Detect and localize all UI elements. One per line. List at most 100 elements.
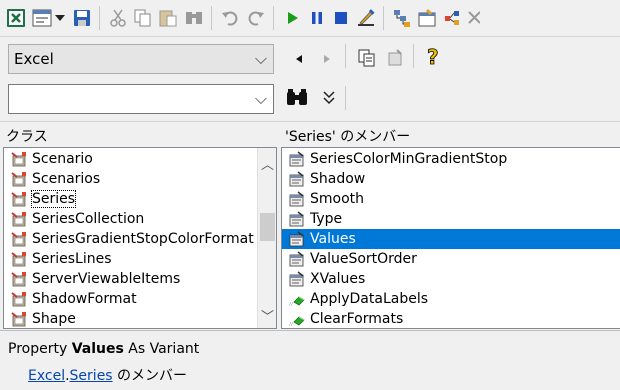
class-list-item[interactable]: Shape [4, 309, 256, 328]
class-icon [10, 311, 28, 327]
property-icon [288, 171, 306, 187]
chevron-down-icon: ⌵ [254, 89, 267, 108]
member-list-item[interactable]: ApplyDataLabels [282, 289, 620, 309]
member-of-line: Excel.Series のメンバー [28, 365, 187, 385]
class-list-item[interactable]: ServerViewableItems [4, 269, 256, 289]
member-label: Values [310, 231, 356, 247]
svg-text:?: ? [427, 46, 439, 68]
member-label: SeriesColorMinGradientStop [310, 151, 508, 167]
property-icon [288, 251, 306, 267]
method-icon [288, 311, 306, 327]
class-icon [10, 231, 28, 247]
class-icon [10, 171, 28, 187]
member-label: XValues [310, 271, 366, 287]
member-label: Type [310, 211, 343, 227]
member-list-item[interactable]: Values [282, 229, 620, 249]
back-icon[interactable] [288, 48, 310, 70]
scroll-up-icon[interactable]: ︿ [261, 154, 274, 173]
class-label: Series [30, 190, 77, 208]
detail-pane: Property Values As Variant Excel.Series … [0, 330, 620, 390]
member-list-item[interactable]: SeriesColorMinGradientStop [282, 149, 620, 169]
view-definition-icon[interactable] [384, 47, 406, 69]
member-list-item[interactable]: ValueSortOrder [282, 249, 620, 269]
dropdown-arrow-icon[interactable] [53, 7, 67, 29]
class-label: ShadowFormat [32, 291, 137, 307]
class-icon [10, 191, 28, 207]
member-label: Shadow [310, 171, 366, 187]
class-icon [10, 251, 28, 267]
signature-suffix: As Variant [123, 341, 200, 357]
copy-icon[interactable] [132, 7, 154, 29]
class-icon [10, 211, 28, 227]
excel-icon[interactable] [5, 7, 27, 29]
redo-icon[interactable] [245, 7, 267, 29]
class-list-item[interactable]: Series [4, 189, 256, 209]
scroll-down-icon[interactable]: ﹀ [261, 306, 274, 325]
class-label: SeriesGradientStopColorFormat [32, 231, 254, 247]
class-label: ServerViewableItems [32, 271, 181, 287]
class-list-item[interactable]: Scenarios [4, 169, 256, 189]
class-list-item[interactable]: SeriesGradientStopColorFormat [4, 229, 256, 249]
save-icon[interactable] [71, 7, 93, 29]
properties-icon[interactable] [416, 7, 438, 29]
member-list-item[interactable]: ClearFormats [282, 309, 620, 328]
class-label: SeriesLines [32, 251, 112, 267]
scroll-thumb[interactable] [260, 213, 275, 241]
classes-header: クラス [6, 129, 48, 145]
property-icon [288, 191, 306, 207]
class-list-item[interactable]: ShadowFormat [4, 289, 256, 309]
object-browser-icon[interactable] [441, 7, 463, 29]
member-list-item[interactable]: XValues [282, 269, 620, 289]
stop-icon[interactable] [330, 7, 352, 29]
method-icon [288, 291, 306, 307]
property-icon [288, 151, 306, 167]
class-list-item[interactable]: SeriesLines [4, 249, 256, 269]
member-list-item[interactable]: Smooth [282, 189, 620, 209]
help-icon[interactable]: ? [423, 46, 445, 68]
class-icon [10, 291, 28, 307]
class-label: Scenarios [32, 171, 101, 187]
paste-icon[interactable] [157, 7, 179, 29]
property-icon [288, 271, 306, 287]
forward-icon[interactable] [316, 48, 338, 70]
member-label: ApplyDataLabels [310, 291, 429, 307]
class-list-item[interactable]: Scenario [4, 149, 256, 169]
property-icon [288, 231, 306, 247]
class-icon [10, 271, 28, 287]
members-header: 'Series' のメンバー [285, 129, 411, 145]
class-link[interactable]: Series [70, 368, 113, 384]
member-signature: Property Values As Variant [8, 341, 199, 357]
classes-scrollbar[interactable]: ︿ ﹀ [257, 148, 276, 328]
view-object-icon[interactable] [31, 7, 53, 29]
library-link[interactable]: Excel [28, 368, 65, 384]
chevron-down-icon: ⌵ [254, 49, 267, 68]
find-icon[interactable] [183, 7, 205, 29]
member-list-item[interactable]: Type [282, 209, 620, 229]
binoculars-icon[interactable] [284, 87, 310, 109]
undo-icon[interactable] [219, 7, 241, 29]
copy-to-clipboard-icon[interactable] [356, 47, 378, 69]
member-label: Smooth [310, 191, 365, 207]
member-label: ClearFormats [310, 311, 404, 327]
more-icon[interactable] [466, 7, 480, 29]
pause-icon[interactable] [306, 7, 328, 29]
members-list[interactable]: SeriesColorMinGradientStop Shadow Smooth Ty… [281, 147, 620, 329]
cut-icon[interactable] [107, 7, 129, 29]
member-of-text: のメンバー [112, 368, 188, 384]
search-row: ⌵ [0, 78, 620, 122]
classes-list[interactable]: Shape ShadowFormat ServerViewableItems Seri… [3, 147, 277, 329]
signature-prefix: Property [8, 341, 72, 357]
project-explorer-icon[interactable] [391, 7, 413, 29]
run-icon[interactable] [281, 7, 303, 29]
standard-toolbar [0, 0, 620, 37]
class-list-item[interactable]: SeriesCollection [4, 209, 256, 229]
member-label: ValueSortOrder [310, 251, 417, 267]
class-label: SeriesCollection [32, 211, 145, 227]
library-combo[interactable]: Excel ⌵ [8, 44, 274, 74]
search-combo[interactable]: ⌵ [8, 84, 274, 114]
member-name: Values [71, 341, 124, 357]
toggle-search-results-icon[interactable] [318, 87, 340, 109]
design-mode-icon[interactable] [355, 7, 377, 29]
member-list-item[interactable]: Shadow [282, 169, 620, 189]
property-icon [288, 211, 306, 227]
